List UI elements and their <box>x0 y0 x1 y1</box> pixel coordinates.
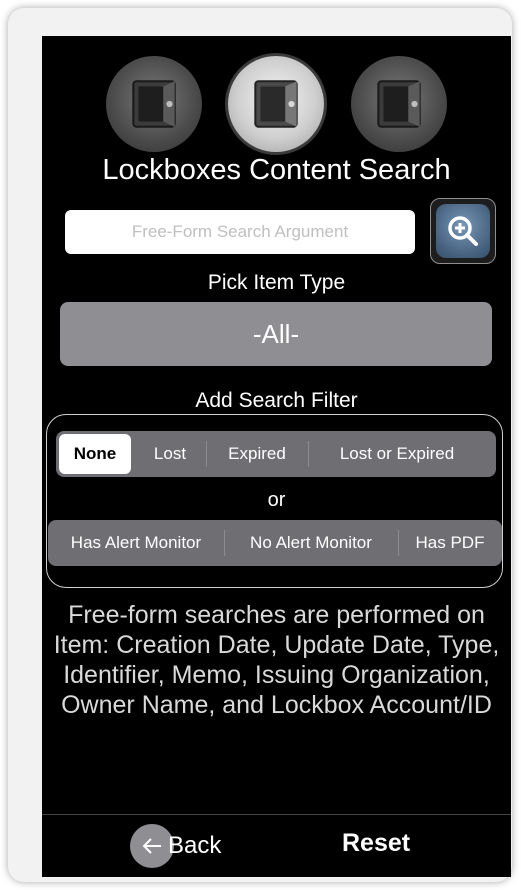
lockbox-button-2[interactable] <box>228 56 324 152</box>
reset-button[interactable]: Reset <box>342 829 410 858</box>
search-input[interactable] <box>65 210 415 254</box>
filter-has-alert-monitor[interactable]: Has Alert Monitor <box>48 520 224 566</box>
safe-icon <box>377 80 421 128</box>
lockbox-selector <box>42 44 511 152</box>
back-label: Back <box>168 832 222 859</box>
filter-lost-or-expired[interactable]: Lost or Expired <box>308 431 486 477</box>
page-title: Lockboxes Content Search <box>102 154 451 186</box>
filter-no-alert-monitor[interactable]: No Alert Monitor <box>224 520 398 566</box>
app-screen: Lockboxes Content Search Pick Item Type … <box>42 36 511 877</box>
safe-icon <box>254 80 298 128</box>
filter-lost[interactable]: Lost <box>134 431 206 477</box>
lockbox-button-1[interactable] <box>106 56 202 152</box>
status-filter-control: None Lost Expired Lost or Expired <box>56 431 496 477</box>
filter-expired[interactable]: Expired <box>206 431 308 477</box>
item-type-label: Pick Item Type <box>207 271 346 294</box>
bottom-toolbar: Back Reset <box>42 814 511 877</box>
lockbox-button-3[interactable] <box>351 56 447 152</box>
filter-none[interactable]: None <box>59 434 131 474</box>
search-button-face <box>436 204 490 258</box>
search-button[interactable] <box>430 198 496 264</box>
safe-icon <box>132 80 176 128</box>
search-info-text: Free-form searches are performed on Item… <box>53 601 500 719</box>
item-type-value: -All- <box>252 318 300 349</box>
zoom-in-icon <box>448 216 478 246</box>
item-type-picker[interactable]: -All- <box>60 302 492 366</box>
search-filter-label: Add Search Filter <box>195 389 358 412</box>
filter-has-pdf[interactable]: Has PDF <box>398 520 502 566</box>
alert-filter-control: Has Alert Monitor No Alert Monitor Has P… <box>48 520 502 566</box>
or-label: or <box>267 489 286 511</box>
device-frame: Lockboxes Content Search Pick Item Type … <box>8 8 512 882</box>
back-button[interactable]: Back <box>130 824 221 868</box>
